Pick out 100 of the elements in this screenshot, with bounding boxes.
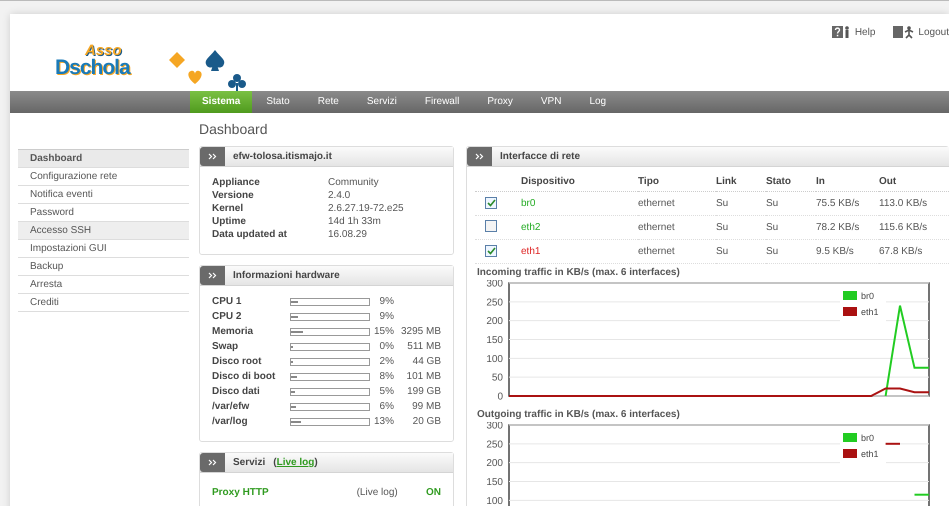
usage-percent: 9% [378,296,394,307]
legend-label: eth1 [861,449,879,459]
sidebar-item[interactable]: Crediti [18,294,189,312]
sidebar-item[interactable]: Backup [18,258,189,276]
usage-percent: 8% [378,371,394,382]
table-cell: ethernet [638,216,716,240]
table-cell: 113.0 KB/s [879,192,949,216]
resource-label: Disco di boot [212,371,276,382]
table-cell: Su [766,192,816,216]
usage-percent: 5% [378,386,394,397]
logout-icon [893,26,916,38]
axis-tick-label: 150 [486,477,503,488]
collapse-toggle[interactable] [200,147,225,166]
info-label: Versione [212,190,255,201]
nav-tab[interactable]: Firewall [410,91,474,113]
nav-tab[interactable]: Proxy [473,91,527,113]
column-header: Dispositivo [521,173,638,192]
table-cell: 9.5 KB/s [816,240,879,264]
help-icon [832,26,852,38]
info-label: Data updated at [212,229,288,240]
service-status: ON [426,487,441,498]
collapse-toggle[interactable] [200,266,225,285]
sidebar-item[interactable]: Arresta [18,276,189,294]
panel-title: Informazioni hardware [233,270,340,281]
capacity-text: 20 GB [412,416,441,427]
usage-percent: 2% [378,356,394,367]
header-link[interactable]: Logout [893,24,949,40]
nav-tab[interactable]: Log [575,91,620,113]
sidebar-item[interactable]: Dashboard [18,149,189,168]
info-label: Kernel [212,203,244,214]
resource-label: CPU 1 [212,296,242,307]
column-header: Out [879,173,949,192]
traffic-line [914,494,929,496]
double-chevron-icon [208,459,217,466]
double-chevron-icon [208,153,217,160]
usage-percent: 15% [372,326,394,337]
info-value: 14d 1h 33m [328,216,382,227]
sidebar-item[interactable]: Configurazione rete [18,168,189,186]
axis-tick-label: 100 [486,496,503,506]
info-value: 2.6.27.19-72.e25 [328,203,405,214]
resource-label: CPU 2 [212,311,242,322]
header-link[interactable]: Help [832,24,876,40]
info-label: Uptime [212,216,247,227]
column-header: Link [716,173,766,192]
capacity-text: 101 MB [406,371,441,382]
nav-tab[interactable]: Servizi [352,91,411,113]
info-label: Appliance [212,177,261,188]
table-cell: 115.6 KB/s [879,216,949,240]
table-cell: eth1 [521,240,638,264]
nav-tab[interactable]: Rete [304,91,353,113]
checkbox[interactable] [485,245,497,257]
axis-tick-label: 200 [486,316,503,328]
resource-label: Disco root [212,356,262,367]
resource-label: Swap [212,341,240,352]
page-title: Dashboard [199,121,268,137]
sidebar-item[interactable]: Accesso SSH [18,222,189,240]
capacity-text: 99 MB [411,401,441,412]
sidebar-item[interactable]: Notifica eventi [18,186,189,204]
resource-label: Disco dati [212,386,261,397]
sidebar-item[interactable]: Impostazioni GUI [18,240,189,258]
capacity-text: 44 GB [412,356,441,367]
column-header: Stato [766,173,816,192]
usage-percent: 6% [378,401,394,412]
table-cell: Su [766,240,816,264]
table-cell: Su [766,216,816,240]
resource-label: Memoria [212,326,254,337]
traffic-line [886,442,900,445]
service-name: Proxy HTTP [212,487,270,498]
table-cell: Su [716,216,766,240]
axis-tick-label: 150 [486,335,503,346]
axis-tick-label: 100 [486,354,503,365]
info-value: 16.08.29 [328,229,368,240]
checkbox[interactable] [485,197,497,209]
table-cell: 75.5 KB/s [816,192,879,216]
capacity-text: 3295 MB [400,326,441,337]
panel-title: Interfacce di rete [500,151,580,162]
resource-label: /var/efw [212,401,250,412]
service-log-link[interactable]: (Live log) [356,487,426,498]
paren-text: ( [273,457,277,468]
legend-label: eth1 [861,307,879,317]
nav-tab[interactable]: Stato [252,91,304,113]
column-header: In [816,173,879,192]
table-cell: eth2 [521,216,638,240]
axis-tick-label: 50 [492,372,503,384]
collapse-toggle[interactable] [467,147,492,166]
double-chevron-icon [475,153,484,160]
axis-tick-label: 0 [497,392,503,402]
nav-tab[interactable]: VPN [526,91,576,113]
usage-percent: 9% [378,311,394,322]
collapse-toggle[interactable] [200,453,225,472]
usage-percent: 13% [372,416,394,427]
table-cell: Su [716,192,766,216]
capacity-text: 511 MB [406,341,441,352]
axis-tick-label: 250 [486,297,503,308]
table-cell: Su [716,240,766,264]
chart-title: Outgoing traffic in KB/s (max. 6 interfaces) [477,409,681,420]
table-cell: 78.2 KB/s [816,216,879,240]
panel-title: efw-tolosa.itismajo.it [233,151,332,162]
column-header: Tipo [638,173,716,192]
checkbox[interactable] [485,220,497,232]
